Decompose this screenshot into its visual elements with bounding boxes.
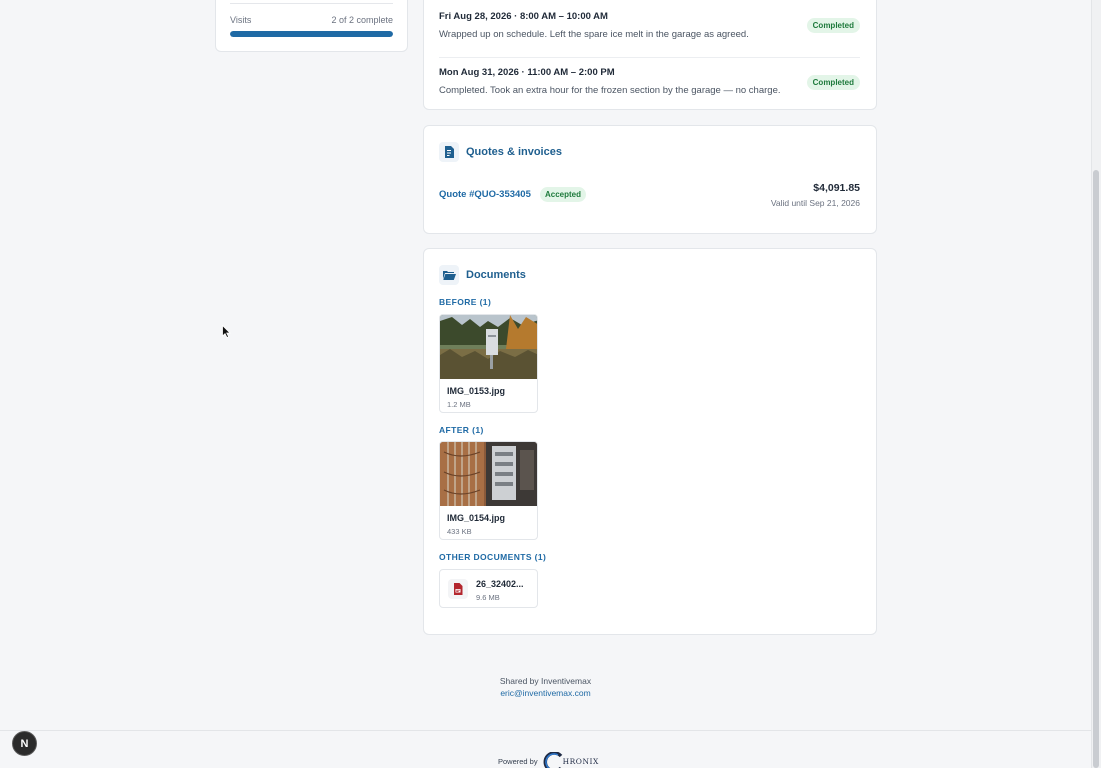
invoice-icon — [439, 142, 459, 162]
visit-time: Fri Aug 28, 2026 · 8:00 AM – 10:00 AM — [439, 11, 608, 22]
mouse-cursor-icon — [222, 325, 231, 338]
other-documents-group-label: OTHER DOCUMENTS (1) — [439, 552, 547, 562]
quote-link[interactable]: Quote #QUO-353405 — [439, 189, 531, 200]
after-photo-thumbnail — [440, 442, 537, 506]
documents-card: Documents BEFORE (1) IMG_0153.jpg 1.2 MB… — [423, 248, 877, 635]
after-group-label: AFTER (1) — [439, 425, 484, 435]
document-file-name: IMG_0154.jpg — [447, 513, 506, 523]
document-file-size: 433 KB — [447, 527, 472, 536]
visit-note: Completed. Took an extra hour for the fr… — [439, 85, 781, 96]
document-file-card[interactable]: 26_32402... 9.6 MB — [439, 569, 538, 608]
visits-card: Fri Aug 28, 2026 · 8:00 AM – 10:00 AM Wr… — [423, 0, 877, 110]
quotes-header: Quotes & invoices — [439, 142, 562, 162]
visit-status-badge: Completed — [806, 75, 860, 90]
brand-logo-icon — [543, 752, 562, 768]
pdf-file-icon — [448, 579, 468, 599]
powered-by-text: Powered by — [498, 756, 538, 766]
before-group-label: BEFORE (1) — [439, 297, 492, 307]
quote-valid-until: Valid until Sep 21, 2026 — [770, 198, 860, 208]
visits-progress-label: Visits — [230, 15, 252, 25]
documents-header: Documents — [439, 265, 526, 285]
page-viewport: Visits 2 of 2 complete Fri Aug 28, 2026 … — [0, 0, 1091, 768]
page-scrollbar[interactable] — [1091, 0, 1101, 768]
quote-amount: $4,091.85 — [813, 182, 860, 194]
powered-by[interactable]: Powered by HRONIX — [498, 752, 599, 768]
brand-logo-text: HRONIX — [562, 756, 599, 766]
quote-status-badge: Accepted — [540, 187, 587, 202]
document-file-name: IMG_0153.jpg — [447, 386, 506, 396]
contact-email-link[interactable]: eric@inventivemax.com — [0, 688, 1091, 698]
before-photo-thumbnail — [440, 315, 537, 379]
document-thumbnail-card[interactable]: IMG_0154.jpg 433 KB — [439, 441, 538, 540]
quotes-title: Quotes & invoices — [466, 146, 562, 158]
document-file-size: 9.6 MB — [476, 593, 500, 602]
visits-progress-count: 2 of 2 complete — [331, 15, 393, 25]
document-file-size: 1.2 MB — [447, 400, 471, 409]
document-file-name: 26_32402... — [476, 579, 524, 589]
document-thumbnail-card[interactable]: IMG_0153.jpg 1.2 MB — [439, 314, 538, 413]
divider — [230, 3, 393, 4]
visit-status-badge: Completed — [806, 18, 860, 33]
visit-item: Fri Aug 28, 2026 · 8:00 AM – 10:00 AM Wr… — [439, 11, 860, 40]
quotes-card: Quotes & invoices Quote #QUO-353405 Acce… — [423, 125, 877, 234]
visits-progress-card: Visits 2 of 2 complete — [215, 0, 408, 52]
footer-divider — [0, 730, 1091, 731]
scrollbar-thumb[interactable] — [1093, 170, 1099, 768]
shared-by-text: Shared by Inventivemax — [499, 676, 592, 686]
folder-open-icon — [439, 265, 459, 285]
documents-title: Documents — [466, 269, 526, 281]
visit-note: Wrapped up on schedule. Left the spare i… — [439, 29, 749, 40]
visits-progress-fill — [230, 31, 393, 37]
launcher-button[interactable]: N — [12, 731, 37, 756]
visit-item: Mon Aug 31, 2026 · 11:00 AM – 2:00 PM Co… — [439, 57, 860, 96]
visits-progress-bar — [230, 31, 393, 37]
visit-time: Mon Aug 31, 2026 · 11:00 AM – 2:00 PM — [439, 67, 615, 78]
